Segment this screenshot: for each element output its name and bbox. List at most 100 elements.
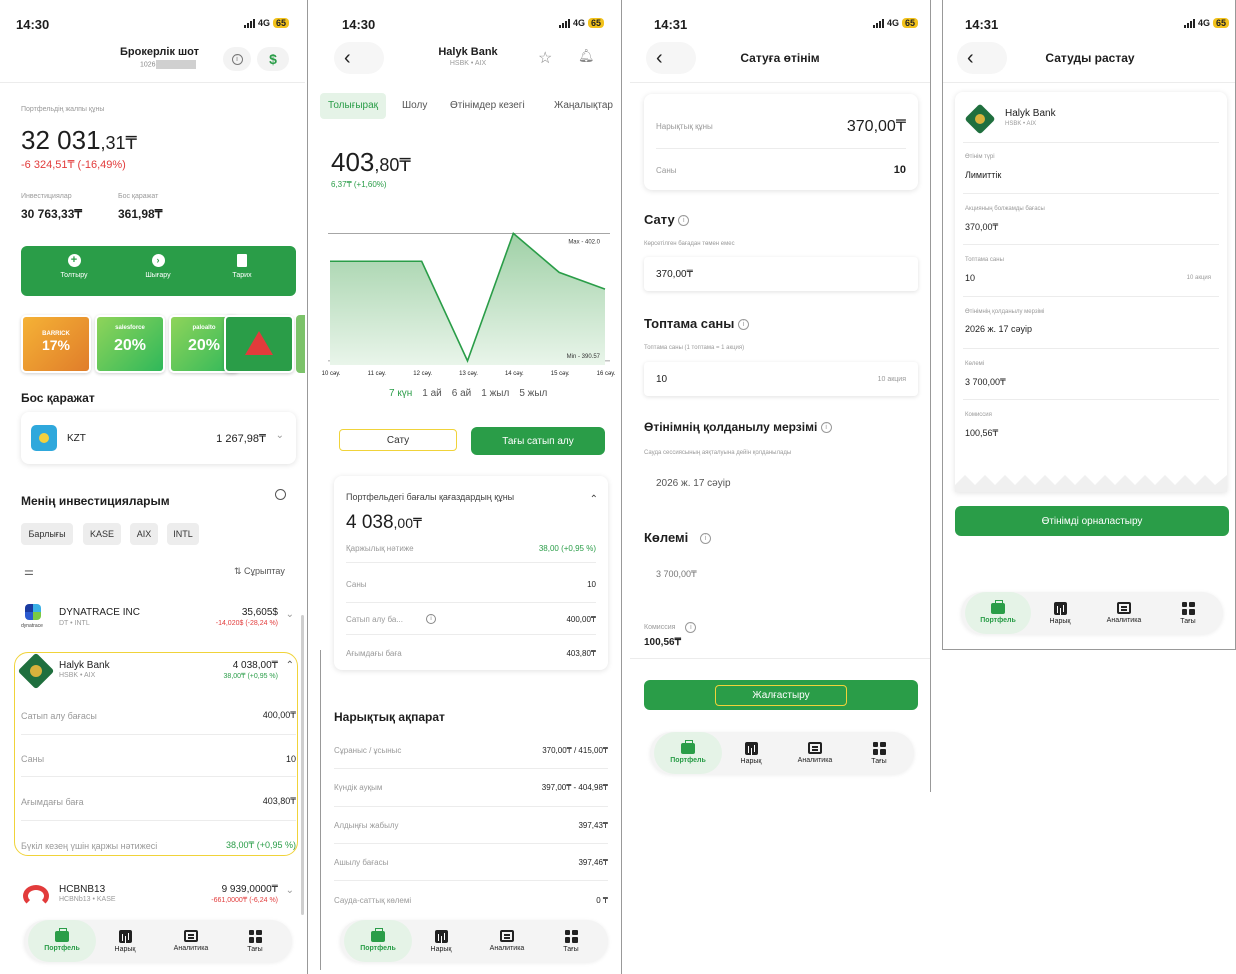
page-title: Брокерлік шот — [120, 46, 200, 58]
tab-analytics[interactable]: Аналитика — [786, 732, 844, 774]
star-icon[interactable]: ☆ — [538, 48, 552, 68]
chevron-down-icon: ⌄ — [285, 609, 294, 620]
free-cash-heading: Бос қаражат — [21, 391, 95, 405]
x-tick-label: 10 сәу. — [321, 371, 341, 377]
tab-analytics[interactable]: Аналитика — [1095, 592, 1153, 634]
stock-row-halyk[interactable]: Halyk Bank HSBK • AIX 4 038,00₸ 38,00₸ (… — [17, 652, 296, 690]
promo-card-salesforce[interactable]: salesforce 20% — [95, 315, 165, 373]
stock-sub: HCBNb13 • KASE — [59, 896, 116, 903]
tab-more[interactable]: Тағы — [1163, 592, 1213, 634]
currency-exchange-icon[interactable]: $ — [257, 47, 289, 71]
filter-settings-icon[interactable]: ⚌ — [24, 565, 34, 578]
sell-button[interactable]: Сату — [339, 429, 457, 451]
tab-market[interactable]: Нарық — [416, 920, 466, 962]
period-1y[interactable]: 1 жыл — [481, 388, 509, 399]
account-number: 1026 — [140, 60, 196, 69]
tab-news[interactable]: Жаңалықтар — [554, 100, 613, 111]
x-tick-label: 15 сәу. — [550, 371, 570, 377]
period-7d[interactable]: 7 күн — [389, 388, 412, 399]
sell-price-input[interactable]: 370,00₸ — [644, 257, 918, 291]
info-icon: i — [678, 215, 690, 227]
stock-row-hcbnb13[interactable]: HCBNB13 HCBNb13 • KASE 9 939,0000₸ -661,… — [21, 881, 296, 915]
tab-overview[interactable]: Шолу — [402, 100, 427, 111]
news-icon — [184, 930, 198, 942]
price-chart[interactable]: Max - 402.0 Min - 390.57 — [320, 215, 620, 385]
tab-analytics[interactable]: Аналитика — [162, 920, 220, 962]
free-cash-value: 361,98₸ — [118, 207, 163, 221]
tab-order-book[interactable]: Өтінімдер кезегі — [450, 100, 525, 111]
actions-panel: + Толтыру › Шығару Тарих — [21, 246, 296, 296]
status-time: 14:31 — [965, 17, 999, 32]
holding-value: 4 038,00₸ — [346, 512, 422, 533]
tab-more[interactable]: Тағы — [230, 920, 280, 962]
status-bar: 14:31 4G 65 — [630, 0, 930, 42]
tab-market[interactable]: Нарық — [100, 920, 150, 962]
buy-more-button[interactable]: Тағы сатып алу — [471, 427, 605, 455]
info-icon[interactable]: i — [223, 47, 251, 71]
stock-change: 38,00₸ (+0,95 %) — [223, 673, 278, 680]
confirm-card: Halyk Bank HSBK • AIX Өтінім түрі Лимитт… — [955, 92, 1227, 492]
battery-icon: 65 — [901, 18, 918, 28]
investments-value: 30 763,33₸ — [21, 207, 83, 221]
plus-circle-icon: + — [67, 254, 81, 267]
filter-kase[interactable]: KASE — [83, 523, 121, 545]
tab-portfolio[interactable]: Портфель — [965, 592, 1031, 634]
stock-price: 9 939,0000₸ — [221, 884, 278, 895]
currency-amount: 1 267,98₸ — [216, 433, 266, 445]
receipt-edge — [955, 475, 1227, 492]
validity-value: 2026 ж. 17 сәуір — [656, 478, 731, 489]
topup-button[interactable]: + Толтыру — [49, 254, 99, 279]
x-tick-label: 16 сәу. — [596, 371, 616, 377]
tab-more[interactable]: Тағы — [854, 732, 904, 774]
commission-label: Комиссия i — [644, 622, 697, 633]
tab-market[interactable]: Нарық — [726, 732, 776, 774]
place-order-button[interactable]: Өтінімді орналастыру — [955, 506, 1229, 536]
history-button[interactable]: Тарих — [217, 254, 267, 279]
promo-card-warning[interactable] — [224, 315, 294, 373]
grid-icon — [872, 741, 886, 755]
info-icon: i — [699, 533, 711, 545]
withdraw-button[interactable]: › Шығару — [133, 254, 183, 279]
tab-bar: Портфель Нарық Аналитика Тағы — [650, 732, 914, 774]
scrollbar[interactable] — [301, 615, 304, 915]
grid-icon — [248, 929, 262, 943]
market-info-heading: Нарықтық ақпарат — [334, 710, 445, 724]
bell-icon[interactable]: 🔔︎ — [578, 48, 595, 64]
news-icon — [500, 930, 514, 942]
validity-heading: Өтінімнің қолданылу мерзімі i — [644, 420, 832, 434]
tab-portfolio[interactable]: Портфель — [344, 920, 412, 962]
screen-sell-order: 14:31 4G 65 ‹ Сатуға өтінім Нарықтық құны… — [630, 0, 930, 792]
info-icon: i — [738, 319, 749, 331]
tab-portfolio[interactable]: Портфель — [28, 920, 96, 962]
filter-all[interactable]: Барлығы — [21, 523, 73, 545]
chevron-down-icon: ⌄ — [275, 430, 284, 441]
continue-button[interactable]: Жалғастыру — [644, 680, 918, 710]
currency-row[interactable]: KZT 1 267,98₸ ⌄ — [21, 412, 296, 464]
tab-more[interactable]: Тағы — [546, 920, 596, 962]
tab-analytics[interactable]: Аналитика — [478, 920, 536, 962]
stock-row-dynatrace[interactable]: dynatrace DYNATRACE INC DT • INTL 35,605… — [21, 601, 296, 635]
tab-details[interactable]: Толығырақ — [320, 93, 387, 119]
news-icon — [1117, 602, 1131, 614]
market-row: Күндік ауқым 397,00₸ - 404,98₸ — [334, 783, 608, 792]
period-1m[interactable]: 1 ай — [422, 388, 442, 399]
portfolio-label: Портфельдің жалпы құны — [21, 106, 105, 113]
stock-name: HCBNB13 — [59, 884, 106, 895]
filter-intl[interactable]: INTL — [167, 523, 199, 545]
battery-icon: 65 — [272, 18, 289, 28]
market-row: Алдыңғы жабылу 397,43₸ — [334, 821, 608, 830]
chevron-up-icon[interactable]: ⌃ — [590, 494, 598, 505]
sort-button[interactable]: ⇅ Сұрыптау — [234, 566, 285, 577]
stock-price: 4 038,00₸ — [232, 660, 278, 671]
search-icon[interactable] — [275, 489, 286, 500]
free-cash-label: Бос қаражат — [118, 193, 159, 200]
chart-icon — [1053, 601, 1067, 615]
period-6m[interactable]: 6 ай — [452, 388, 472, 399]
tab-portfolio[interactable]: Портфель — [654, 732, 722, 774]
lot-input[interactable]: 10 10 акция — [644, 362, 918, 396]
period-5y[interactable]: 5 жыл — [519, 388, 547, 399]
dynatrace-logo-icon — [25, 604, 41, 620]
promo-card-barrick[interactable]: BARRICK 17% — [21, 315, 91, 373]
filter-aix[interactable]: AIX — [130, 523, 158, 545]
tab-market[interactable]: Нарық — [1035, 592, 1085, 634]
